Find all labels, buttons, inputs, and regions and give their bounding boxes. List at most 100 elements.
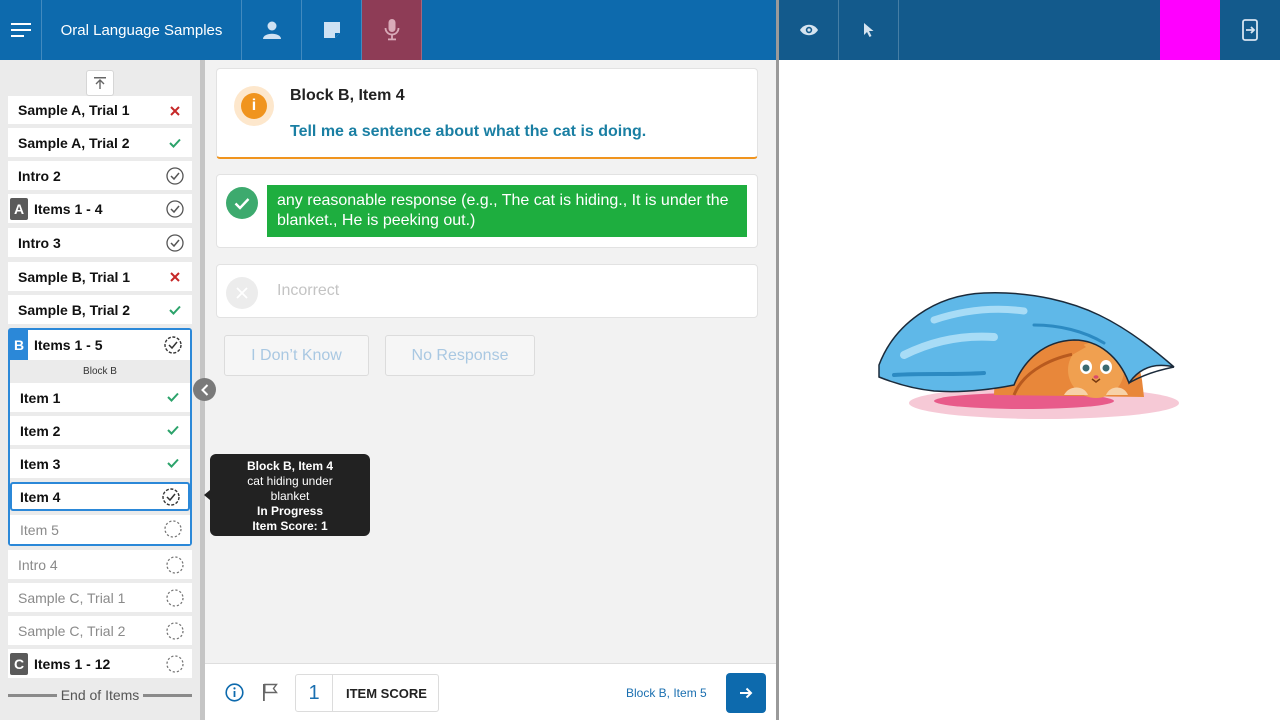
tooltip-description: blanket xyxy=(270,489,310,503)
block-subtitle: Block B xyxy=(83,366,117,377)
end-of-items-label: End of Items xyxy=(60,687,140,703)
stimulus-panel xyxy=(779,60,1280,720)
sidebar-item-item-1[interactable]: Item 1 xyxy=(10,383,190,412)
note-icon xyxy=(323,22,340,38)
sidebar-item-sample-a-trial-1[interactable]: Sample A, Trial 1 xyxy=(8,96,192,124)
info-circle-icon xyxy=(224,682,244,702)
item-score-value: 1 xyxy=(296,675,333,711)
pointer-icon xyxy=(863,23,873,37)
sidebar-item-item-4[interactable]: Item 4 xyxy=(10,482,190,511)
sidebar-item-label: Sample C, Trial 1 xyxy=(18,589,126,606)
correct-check-icon xyxy=(166,301,184,319)
correct-check-icon xyxy=(164,388,182,406)
sidebar-item-sample-c-trial-1[interactable]: Sample C, Trial 1 xyxy=(8,583,192,612)
pointer-button[interactable] xyxy=(839,0,899,60)
next-item-button[interactable] xyxy=(726,673,766,713)
app-title: Oral Language Samples xyxy=(42,0,242,60)
sidebar-item-label: Item 5 xyxy=(20,521,59,538)
sidebar-item-block-a[interactable]: A Items 1 - 4 xyxy=(8,194,192,223)
person-icon xyxy=(262,21,281,39)
correct-check-icon xyxy=(164,421,182,439)
top-toolbar: Oral Language Samples xyxy=(0,0,776,60)
item-panel: i Block B, Item 4 Tell me a sentence abo… xyxy=(205,60,776,720)
check-icon xyxy=(226,187,258,219)
tooltip-description: cat hiding under xyxy=(247,474,333,488)
correct-check-icon xyxy=(164,454,182,472)
arrow-up-bar-icon xyxy=(94,77,106,89)
complete-circle-icon xyxy=(166,200,184,218)
eye-icon xyxy=(799,24,818,36)
incorrect-icon xyxy=(166,268,184,286)
tooltip-status: In Progress xyxy=(256,504,324,518)
chevron-left-icon xyxy=(200,383,208,396)
item-title: Block B, Item 4 xyxy=(290,87,405,104)
no-response-button[interactable]: No Response xyxy=(385,335,535,376)
sidebar-item-label: Intro 4 xyxy=(18,556,58,573)
sidebar-item-label: Sample B, Trial 2 xyxy=(18,301,131,318)
sidebar-item-sample-b-trial-1[interactable]: Sample B, Trial 1 xyxy=(8,262,192,291)
highlight-swatch[interactable] xyxy=(1160,0,1220,60)
exit-panel-button[interactable] xyxy=(1220,0,1280,60)
block-badge: A xyxy=(10,197,28,220)
menu-icon xyxy=(10,23,31,37)
block-b-group: B Items 1 - 5 Block B Item 1 Item 2 Item… xyxy=(8,328,192,546)
sidebar-item-item-2[interactable]: Item 2 xyxy=(10,416,190,445)
scroll-to-top-button[interactable] xyxy=(86,70,114,96)
sidebar-item-sample-b-trial-2[interactable]: Sample B, Trial 2 xyxy=(8,295,192,324)
menu-button[interactable] xyxy=(0,0,42,60)
stimulus-toolbar xyxy=(779,0,1280,60)
block-badge: C xyxy=(10,652,28,675)
info-icon: i xyxy=(234,86,274,126)
sidebar-item-item-5[interactable]: Item 5 xyxy=(10,515,190,544)
sidebar-item-sample-c-trial-2[interactable]: Sample C, Trial 2 xyxy=(8,616,192,645)
arrow-right-icon xyxy=(740,687,753,699)
sidebar-item-sample-a-trial-2[interactable]: Sample A, Trial 2 xyxy=(8,128,192,157)
correct-response-option[interactable]: any reasonable response (e.g., The cat i… xyxy=(216,174,758,248)
correct-check-icon xyxy=(166,134,184,152)
sidebar-item-label: Sample C, Trial 2 xyxy=(18,622,126,639)
sidebar-item-intro-2[interactable]: Intro 2 xyxy=(8,161,192,190)
next-item-label: Block B, Item 5 xyxy=(626,686,707,700)
sidebar-item-label: Items 1 - 5 xyxy=(34,337,103,353)
flag-icon xyxy=(263,683,278,701)
record-button[interactable] xyxy=(362,0,422,60)
item-score-label: ITEM SCORE xyxy=(346,685,427,701)
divider-line xyxy=(8,693,57,697)
correct-response-text: any reasonable response (e.g., The cat i… xyxy=(267,185,747,237)
sidebar-item-label: Item 2 xyxy=(20,422,61,439)
sidebar-item-intro-4[interactable]: Intro 4 xyxy=(8,550,192,579)
complete-circle-icon xyxy=(166,234,184,252)
not-started-icon xyxy=(166,589,184,607)
item-prompt: Tell me a sentence about what the cat is… xyxy=(290,123,647,140)
close-icon xyxy=(226,277,258,309)
collapse-sidebar-button[interactable] xyxy=(193,378,216,401)
incorrect-icon xyxy=(166,102,184,120)
exit-panel-icon xyxy=(1242,19,1258,41)
dont-know-button[interactable]: I Don’t Know xyxy=(224,335,369,376)
sidebar-item-label: Items 1 - 12 xyxy=(34,655,111,672)
sidebar-item-label: Sample A, Trial 1 xyxy=(18,102,130,118)
incorrect-label: Incorrect xyxy=(277,282,340,299)
item-tooltip: Block B, Item 4 cat hiding under blanket… xyxy=(204,454,370,536)
notes-button[interactable] xyxy=(302,0,362,60)
sidebar-item-intro-3[interactable]: Intro 3 xyxy=(8,228,192,257)
incorrect-option[interactable]: Incorrect xyxy=(216,264,758,318)
sidebar-item-label: Intro 2 xyxy=(18,167,61,184)
sidebar-item-item-3[interactable]: Item 3 xyxy=(10,449,190,478)
info-button[interactable] xyxy=(224,682,244,702)
view-button[interactable] xyxy=(779,0,839,60)
microphone-icon xyxy=(384,19,399,41)
not-started-icon xyxy=(166,622,184,640)
cat-under-blanket-illustration xyxy=(878,292,1179,419)
sidebar-item-label: Item 4 xyxy=(20,488,61,505)
sidebar-item-block-b[interactable]: B Items 1 - 5 xyxy=(10,330,190,360)
sidebar-item-label: Sample A, Trial 2 xyxy=(18,134,130,151)
sidebar-item-label: Item 3 xyxy=(20,455,61,472)
complete-circle-icon xyxy=(166,167,184,185)
examinee-button[interactable] xyxy=(242,0,302,60)
flag-button[interactable] xyxy=(260,682,280,702)
item-score-box[interactable]: 1 ITEM SCORE xyxy=(295,674,439,712)
sidebar-item-block-c[interactable]: C Items 1 - 12 xyxy=(8,649,192,678)
in-progress-icon xyxy=(162,488,180,506)
prompt-card: i Block B, Item 4 Tell me a sentence abo… xyxy=(216,68,758,159)
